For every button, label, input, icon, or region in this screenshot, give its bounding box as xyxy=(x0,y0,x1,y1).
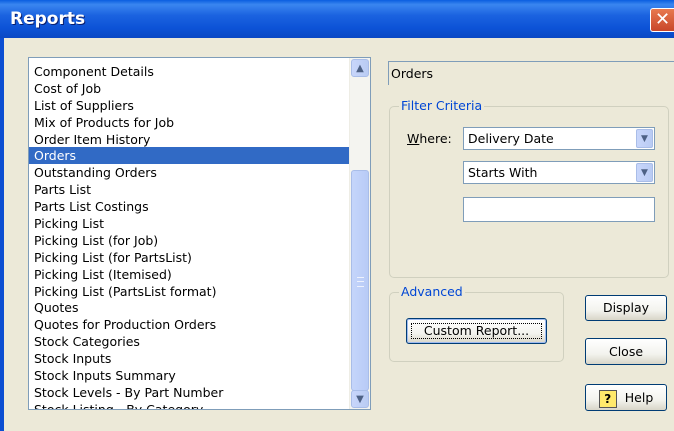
report-list-item[interactable]: Outstanding Orders xyxy=(29,164,351,181)
chevron-down-icon[interactable]: ▼ xyxy=(636,163,653,182)
report-list-item[interactable]: Parts List Costings xyxy=(29,198,351,215)
report-list-items: Component Details Cost of Job List of Supp… xyxy=(29,63,351,409)
chevron-down-icon: ▼ xyxy=(356,394,364,405)
filter-field-value: Delivery Date xyxy=(468,131,554,146)
report-list-item[interactable]: Cost of Job xyxy=(29,80,351,97)
close-window-button[interactable]: ✕ xyxy=(650,8,674,32)
close-button[interactable]: Close xyxy=(585,338,667,365)
filter-criteria-group: Filter Criteria Where: Delivery Date ▼ S… xyxy=(389,98,669,278)
selected-report-name: Orders xyxy=(388,61,674,85)
advanced-group: Advanced Custom Report... xyxy=(389,284,564,362)
window-frame-left xyxy=(0,38,4,431)
custom-report-label: Custom Report... xyxy=(423,323,530,338)
report-list-item[interactable]: Orders xyxy=(29,147,351,165)
report-list-item[interactable]: Quotes for Production Orders xyxy=(29,316,351,333)
report-list-item[interactable]: Picking List (PartsList format) xyxy=(29,283,351,300)
report-list-item[interactable]: Picking List xyxy=(29,215,351,232)
advanced-title: Advanced xyxy=(399,284,465,299)
report-list-item[interactable]: Order Item History xyxy=(29,131,351,148)
scroll-up-button[interactable]: ▲ xyxy=(351,59,369,77)
scroll-thumb[interactable] xyxy=(351,170,369,391)
display-button[interactable]: Display xyxy=(585,295,667,321)
report-list-item[interactable]: Mix of Products for Job xyxy=(29,114,351,131)
report-list-item[interactable]: List of Suppliers xyxy=(29,97,351,114)
report-list-item[interactable]: Quotes xyxy=(29,299,351,316)
custom-report-button[interactable]: Custom Report... xyxy=(406,318,547,344)
where-label: Where: xyxy=(407,131,452,146)
filter-value-input[interactable] xyxy=(463,197,655,222)
filter-operator-value: Starts With xyxy=(468,165,538,180)
help-button[interactable]: ? Help xyxy=(585,384,667,411)
title-bar[interactable]: Reports ✕ xyxy=(0,0,674,38)
scroll-down-button[interactable]: ▼ xyxy=(351,390,369,408)
report-list-item[interactable]: Stock Levels - By Part Number xyxy=(29,384,351,401)
where-label-rest: here: xyxy=(419,131,452,146)
filter-operator-select[interactable]: Starts With ▼ xyxy=(463,161,655,184)
reports-dialog: Reports ✕ Component Details Cost of Job Li… xyxy=(0,0,674,431)
report-list-item[interactable]: Stock Listing - By Category xyxy=(29,401,351,409)
chevron-up-icon: ▲ xyxy=(356,63,364,74)
window-title: Reports xyxy=(10,9,86,29)
report-list-item[interactable]: Stock Inputs Summary xyxy=(29,367,351,384)
filter-criteria-title: Filter Criteria xyxy=(399,98,485,113)
report-list-item[interactable]: Picking List (for PartsList) xyxy=(29,249,351,266)
filter-field-select[interactable]: Delivery Date ▼ xyxy=(463,127,655,150)
report-list-item[interactable]: Stock Categories xyxy=(29,333,351,350)
report-listbox[interactable]: Component Details Cost of Job List of Supp… xyxy=(28,57,371,410)
report-list-item[interactable]: Picking List (Itemised) xyxy=(29,266,351,283)
grip-icon xyxy=(357,277,364,287)
help-book-icon: ? xyxy=(598,389,617,408)
report-list-item[interactable]: Picking List (for Job) xyxy=(29,232,351,249)
report-list-item[interactable]: Stock Inputs xyxy=(29,350,351,367)
report-list-item[interactable]: Component Details xyxy=(29,63,351,80)
help-label: Help xyxy=(624,390,654,405)
report-list-item[interactable]: Parts List xyxy=(29,181,351,198)
chevron-down-icon[interactable]: ▼ xyxy=(636,129,653,148)
vertical-scrollbar[interactable]: ▲ ▼ xyxy=(349,58,370,409)
